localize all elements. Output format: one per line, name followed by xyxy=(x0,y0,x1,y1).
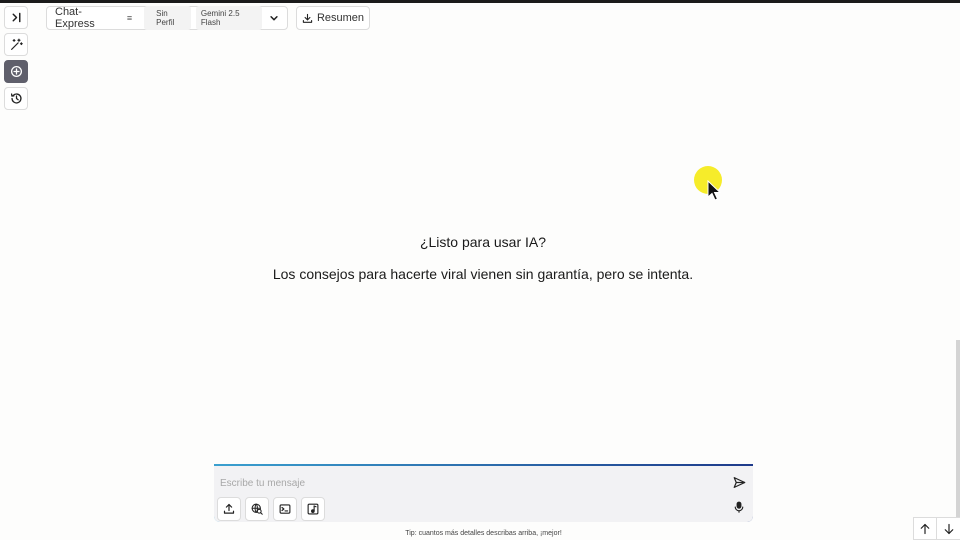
terminal-icon xyxy=(279,504,291,514)
list-icon[interactable]: ≡ xyxy=(127,13,132,23)
history-button[interactable] xyxy=(4,87,28,110)
terminal-button[interactable] xyxy=(273,497,297,521)
summary-button-label: Resumen xyxy=(316,12,365,24)
composer-tip: Tip: cuantos más detalles describas arri… xyxy=(405,530,562,537)
web-search-button[interactable] xyxy=(245,497,269,521)
scroll-up-button[interactable] xyxy=(913,517,937,540)
left-toolbar xyxy=(4,6,28,110)
model-chip[interactable]: Gemini 2.5 Flash xyxy=(195,6,262,30)
arrow-down-icon xyxy=(944,523,953,534)
web-search-icon xyxy=(251,503,263,515)
new-chat-plus-icon xyxy=(10,65,22,78)
message-input[interactable] xyxy=(220,476,720,490)
hero-subtitle: Los consejos para hacerte viral vienen s… xyxy=(272,266,694,282)
microphone-icon xyxy=(734,501,744,513)
magic-wand-button[interactable] xyxy=(4,33,28,56)
chat-selector[interactable]: Chat-Express ≡ Sin Perfil Gemini 2.5 Fla… xyxy=(46,6,288,30)
new-chat-button[interactable] xyxy=(4,60,28,83)
message-composer xyxy=(214,464,753,522)
magic-wand-icon xyxy=(10,38,23,50)
top-border xyxy=(0,0,960,3)
mouse-pointer-icon xyxy=(707,180,722,201)
upload-button[interactable] xyxy=(217,497,241,521)
composer-tools xyxy=(217,497,325,521)
send-button[interactable] xyxy=(733,476,747,490)
scroll-controls xyxy=(913,517,960,540)
chat-title: Chat-Express xyxy=(55,6,95,30)
profile-chip[interactable]: Sin Perfil xyxy=(144,6,191,30)
music-button[interactable] xyxy=(301,497,325,521)
send-icon xyxy=(733,477,746,488)
chevron-down-icon xyxy=(270,16,278,21)
upload-icon xyxy=(223,503,235,514)
music-note-icon xyxy=(307,503,319,515)
page-scrollbar[interactable] xyxy=(956,340,960,540)
microphone-button[interactable] xyxy=(733,501,747,515)
summary-button[interactable]: Resumen xyxy=(296,6,370,30)
arrow-up-icon xyxy=(920,523,930,534)
hero-title: ¿Listo para usar IA? xyxy=(419,234,547,250)
collapse-panel-button[interactable] xyxy=(4,6,28,29)
history-icon xyxy=(10,93,22,104)
download-icon xyxy=(302,13,313,23)
collapse-panel-icon xyxy=(12,12,20,23)
scroll-down-button[interactable] xyxy=(937,517,960,540)
model-dropdown-toggle[interactable] xyxy=(269,13,279,23)
